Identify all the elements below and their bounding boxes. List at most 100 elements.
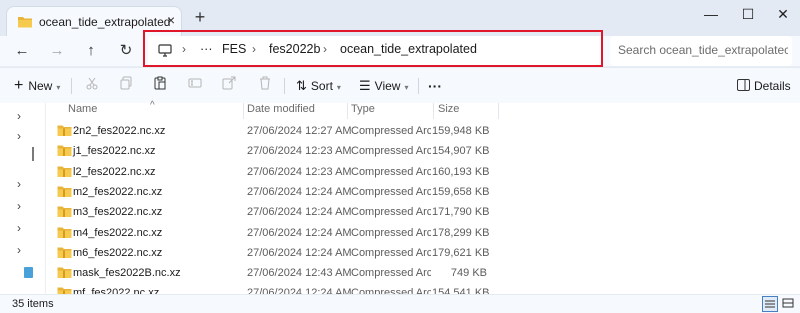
file-type: Compressed Archi... xyxy=(351,226,431,239)
status-bar: 35 items xyxy=(0,294,800,313)
folder-icon xyxy=(17,15,33,32)
file-name: m2_fes2022.nc.xz xyxy=(73,185,163,198)
new-button[interactable]: + New ▾ xyxy=(14,76,60,96)
file-type: Compressed Archi... xyxy=(351,125,431,137)
file-name: m3_fes2022.nc.xz xyxy=(73,206,163,219)
file-type: Compressed Archi... xyxy=(351,165,431,178)
column-divider[interactable] xyxy=(243,103,244,119)
column-header-date[interactable]: Date modified xyxy=(247,103,315,117)
file-name: l2_fes2022.nc.xz xyxy=(73,165,156,178)
command-bar: + New ▾ ⇅ Sort ▾ ☰ View ▾ ··· Details xyxy=(0,67,800,103)
drive-icon[interactable] xyxy=(24,267,33,278)
zip-folder-icon xyxy=(57,185,72,201)
share-icon[interactable] xyxy=(222,76,236,96)
chevron-down-icon: ▾ xyxy=(336,83,341,92)
toolbar-divider xyxy=(71,78,72,94)
toolbar-divider xyxy=(418,78,419,94)
view-button[interactable]: ☰ View ▾ xyxy=(359,76,408,96)
expand-chevron-icon[interactable]: › xyxy=(17,199,21,213)
new-tab-button[interactable]: + xyxy=(190,8,210,28)
expand-chevron-icon[interactable]: › xyxy=(17,129,21,143)
chevron-down-icon: ▾ xyxy=(56,83,61,92)
column-divider[interactable] xyxy=(347,103,348,119)
file-type: Compressed Archi... xyxy=(351,185,431,198)
zip-folder-icon xyxy=(57,226,72,242)
file-size: 178,299 KB xyxy=(432,226,490,239)
file-type: Compressed Archi... xyxy=(351,267,431,280)
file-size: 171,790 KB xyxy=(432,206,490,219)
tab-title: ocean_tide_extrapolated xyxy=(39,15,171,29)
file-size: 154,907 KB xyxy=(432,145,490,158)
paste-icon[interactable] xyxy=(153,76,167,96)
navigation-bar: ← → ↑ ↻ › ··· FES › fes2022b › ocean_tid… xyxy=(0,30,800,67)
search-input[interactable]: Search ocean_tide_extrapolatec xyxy=(610,36,792,66)
column-header-type[interactable]: Type xyxy=(351,103,375,117)
refresh-button[interactable]: ↻ xyxy=(114,39,138,63)
file-date-modified: 27/06/2024 12:43 AM xyxy=(247,267,352,280)
file-size: 749 KB xyxy=(450,267,487,280)
file-name: m6_fes2022.nc.xz xyxy=(73,246,163,259)
view-icon: ☰ xyxy=(359,78,371,93)
plus-icon: + xyxy=(14,77,24,94)
cut-icon[interactable] xyxy=(85,76,99,96)
details-button[interactable]: Details xyxy=(737,76,791,96)
file-date-modified: 27/06/2024 12:24 AM xyxy=(247,226,352,239)
back-button[interactable]: ← xyxy=(10,39,34,63)
file-name: 2n2_fes2022.nc.xz xyxy=(73,125,166,137)
details-pane-icon xyxy=(737,77,750,97)
tiles-view-icon[interactable] xyxy=(781,296,797,312)
expand-chevron-icon[interactable]: › xyxy=(17,243,21,257)
toolbar-divider xyxy=(284,78,285,94)
zip-folder-icon xyxy=(57,165,72,181)
column-divider[interactable] xyxy=(498,103,499,119)
rename-icon[interactable] xyxy=(188,76,202,96)
file-type: Compressed Archi... xyxy=(351,246,431,259)
sort-button[interactable]: ⇅ Sort ▾ xyxy=(296,76,341,96)
column-header-size[interactable]: Size xyxy=(438,103,459,117)
maximize-button[interactable]: ☐ xyxy=(733,4,763,24)
file-size: 159,658 KB xyxy=(432,185,490,198)
delete-icon[interactable] xyxy=(258,76,272,96)
item-count: 35 items xyxy=(12,298,54,310)
file-row[interactable]: mask_fes2022B.nc.xz 27/06/2024 12:43 AM Co… xyxy=(50,263,500,283)
file-name: mask_fes2022B.nc.xz xyxy=(73,267,181,280)
tab-close-icon[interactable]: × xyxy=(163,12,179,28)
main-content: › › › › › › ^ Name Date modified Type Si… xyxy=(0,100,800,299)
zip-folder-icon xyxy=(57,246,72,262)
column-divider[interactable] xyxy=(433,103,434,119)
file-size: 160,193 KB xyxy=(432,165,490,178)
file-row[interactable]: 2n2_fes2022.nc.xz 27/06/2024 12:27 AM Comp… xyxy=(50,121,500,141)
sort-icon: ⇅ xyxy=(296,78,307,93)
new-button-label: New xyxy=(28,79,53,93)
file-row[interactable]: l2_fes2022.nc.xz 27/06/2024 12:23 AM Compr… xyxy=(50,162,500,182)
file-size: 179,621 KB xyxy=(432,246,490,259)
details-view-icon[interactable] xyxy=(762,296,778,312)
file-row[interactable]: m2_fes2022.nc.xz 27/06/2024 12:24 AM Compr… xyxy=(50,182,500,202)
copy-icon[interactable] xyxy=(119,76,133,96)
more-options-button[interactable]: ··· xyxy=(428,76,442,96)
file-type: Compressed Archi... xyxy=(351,145,431,158)
highlight-box xyxy=(143,30,603,67)
file-name: m4_fes2022.nc.xz xyxy=(73,226,163,239)
file-row[interactable]: m3_fes2022.nc.xz 27/06/2024 12:24 AM Compr… xyxy=(50,202,500,222)
close-window-button[interactable]: ✕ xyxy=(768,4,798,24)
up-button[interactable]: ↑ xyxy=(79,39,103,63)
file-row[interactable]: m4_fes2022.nc.xz 27/06/2024 12:24 AM Compr… xyxy=(50,223,500,243)
details-button-label: Details xyxy=(754,79,791,93)
expand-chevron-icon[interactable]: › xyxy=(17,177,21,191)
file-type: Compressed Archi... xyxy=(351,206,431,219)
expand-chevron-icon[interactable]: › xyxy=(17,221,21,235)
minimize-button[interactable]: — xyxy=(696,4,726,24)
expand-chevron-icon[interactable]: › xyxy=(17,109,21,123)
file-row[interactable]: j1_fes2022.nc.xz 27/06/2024 12:23 AM Compr… xyxy=(50,141,500,161)
file-date-modified: 27/06/2024 12:24 AM xyxy=(247,206,352,219)
file-row[interactable]: m6_fes2022.nc.xz 27/06/2024 12:24 AM Compr… xyxy=(50,243,500,263)
file-date-modified: 27/06/2024 12:24 AM xyxy=(247,185,352,198)
zip-folder-icon xyxy=(57,266,72,282)
forward-button[interactable]: → xyxy=(45,39,69,63)
zip-folder-icon xyxy=(57,124,72,140)
sort-button-label: Sort xyxy=(310,79,333,93)
column-header-name[interactable]: Name xyxy=(68,103,97,117)
sort-ascending-icon: ^ xyxy=(150,100,155,111)
file-size: 159,948 KB xyxy=(432,125,490,137)
